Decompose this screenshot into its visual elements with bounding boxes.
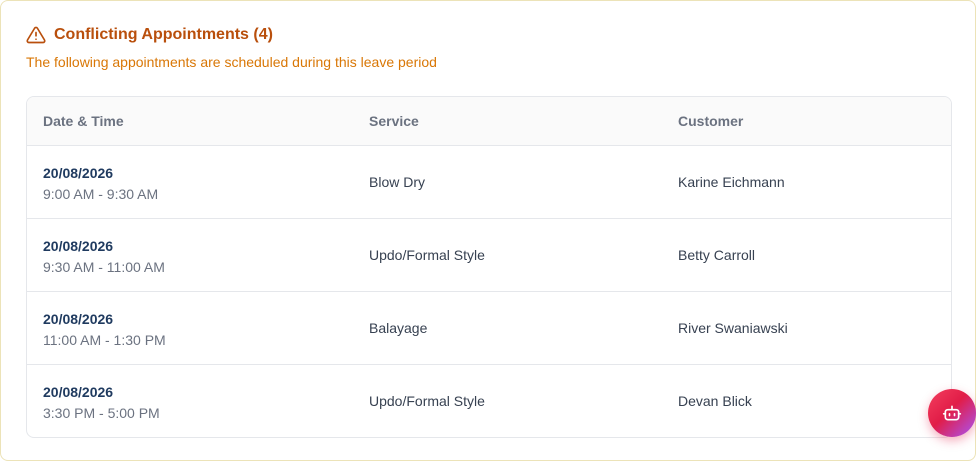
appointment-date: 20/08/2026	[43, 311, 114, 327]
appointment-service: Blow Dry	[369, 174, 426, 190]
appointment-service: Updo/Formal Style	[369, 247, 485, 263]
conflicts-title: Conflicting Appointments (4)	[54, 26, 273, 43]
date-time-cell: 20/08/2026 3:30 PM - 5:00 PM	[43, 383, 160, 423]
conflicts-header: Conflicting Appointments (4)	[26, 25, 273, 45]
table-row: 20/08/2026 9:30 AM - 11:00 AM Updo/Forma…	[27, 219, 951, 292]
table-row: 20/08/2026 11:00 AM - 1:30 PM Balayage R…	[27, 292, 951, 365]
appointment-customer: Devan Blick	[678, 393, 752, 409]
column-header-date-time: Date & Time	[43, 113, 124, 129]
column-header-service: Service	[369, 113, 419, 129]
appointment-date: 20/08/2026	[43, 165, 114, 181]
appointment-date: 20/08/2026	[43, 384, 114, 400]
date-time-cell: 20/08/2026 9:00 AM - 9:30 AM	[43, 164, 158, 204]
date-time-cell: 20/08/2026 11:00 AM - 1:30 PM	[43, 310, 166, 350]
date-time-cell: 20/08/2026 9:30 AM - 11:00 AM	[43, 237, 165, 277]
appointment-time: 9:30 AM - 11:00 AM	[43, 259, 165, 275]
appointment-service: Updo/Formal Style	[369, 393, 485, 409]
appointment-customer: River Swaniawski	[678, 320, 788, 336]
appointment-time: 9:00 AM - 9:30 AM	[43, 186, 159, 202]
appointment-date: 20/08/2026	[43, 238, 114, 254]
appointment-customer: Betty Carroll	[678, 247, 756, 263]
appointment-service: Balayage	[369, 320, 428, 336]
table-row: 20/08/2026 9:00 AM - 9:30 AM Blow Dry Ka…	[27, 146, 951, 219]
warning-triangle-icon	[26, 25, 46, 45]
appointment-customer: Karine Eichmann	[678, 174, 785, 190]
appointment-time: 11:00 AM - 1:30 PM	[43, 332, 166, 348]
conflicts-card: Conflicting Appointments (4) The followi…	[0, 0, 976, 461]
table-header: Date & Time Service Customer	[27, 97, 951, 146]
robot-icon	[942, 403, 962, 423]
appointment-time: 3:30 PM - 5:00 PM	[43, 405, 160, 421]
assistant-button[interactable]	[928, 389, 976, 437]
column-header-customer: Customer	[678, 113, 744, 129]
conflicts-subtitle: The following appointments are scheduled…	[26, 54, 437, 70]
table-row: 20/08/2026 3:30 PM - 5:00 PM Updo/Formal…	[27, 365, 951, 437]
appointments-table: Date & Time Service Customer 20/08/2026 …	[26, 96, 952, 438]
